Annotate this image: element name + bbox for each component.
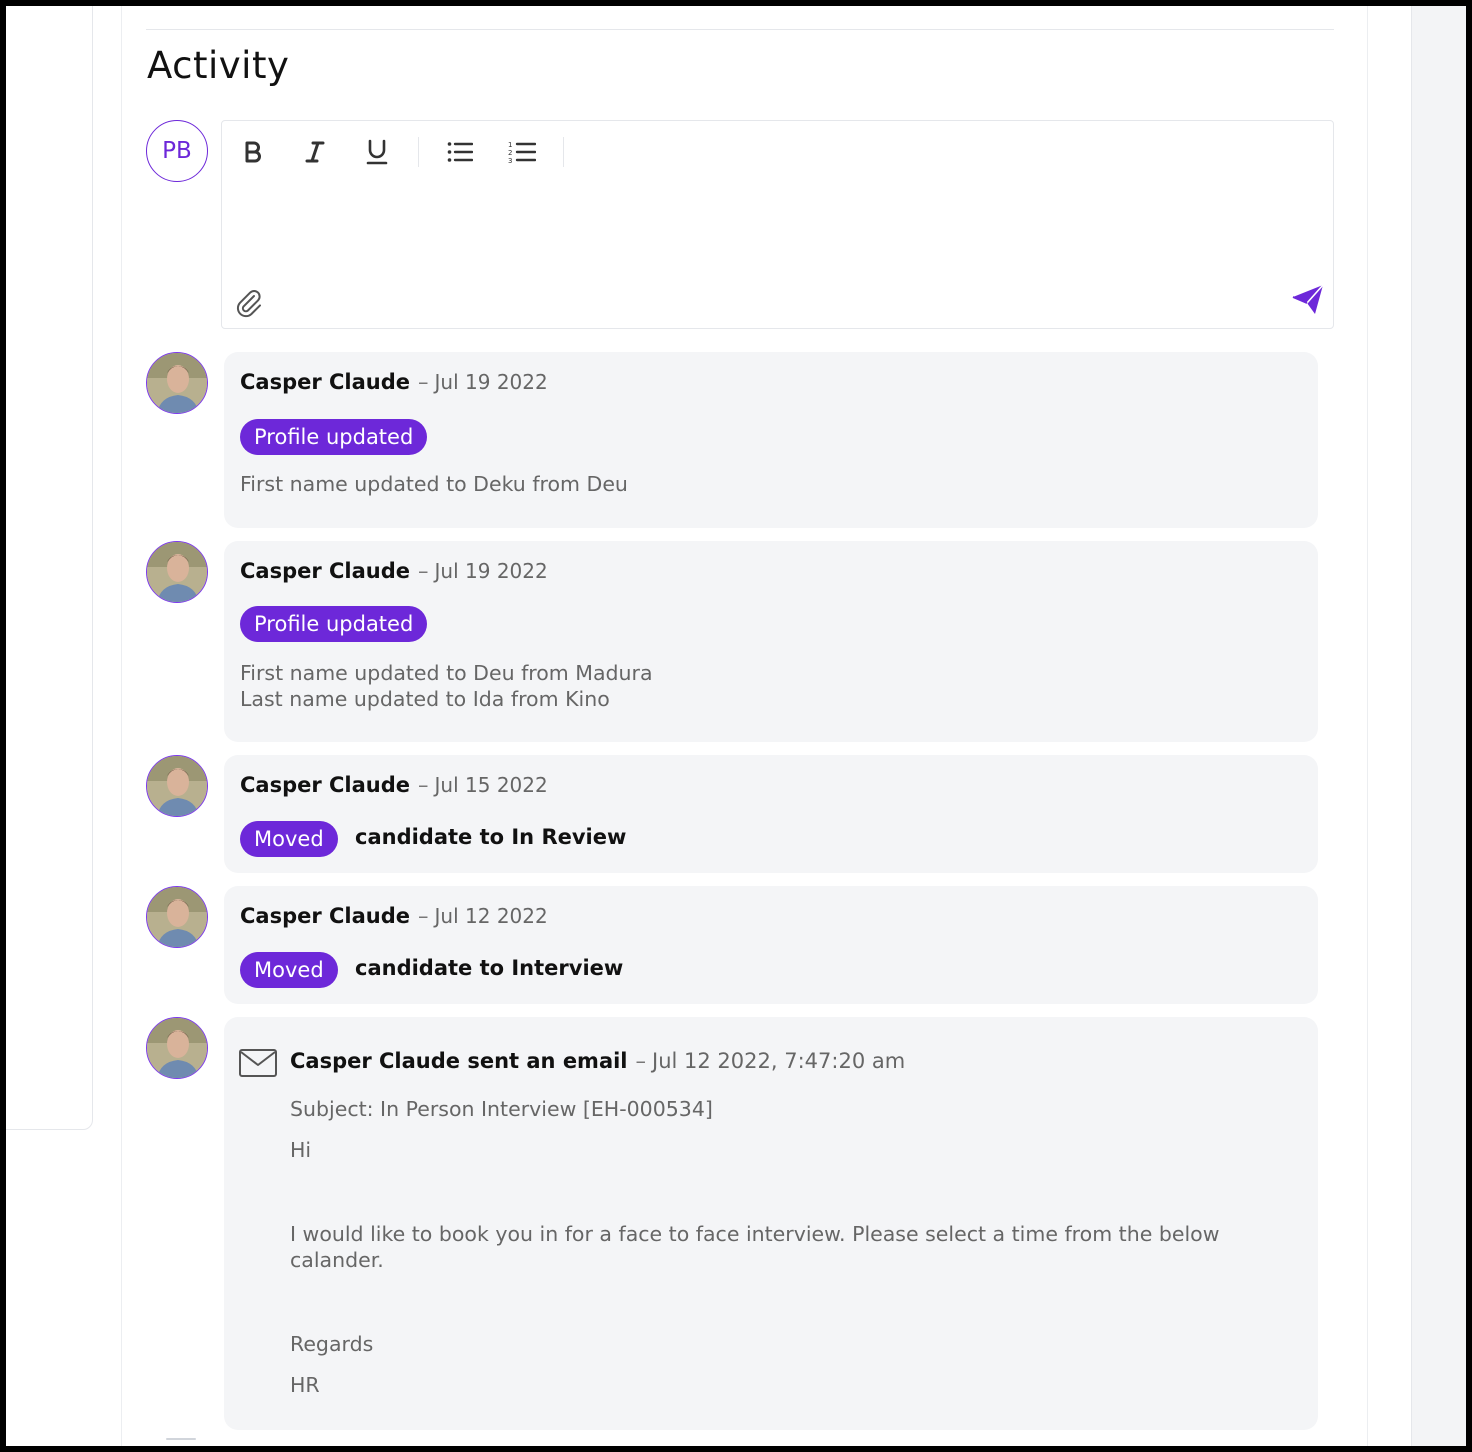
activity-date: Jul 19 2022 — [434, 559, 548, 583]
numbered-list-button[interactable]: 123 — [501, 133, 543, 171]
activity-date: Jul 19 2022 — [434, 370, 548, 394]
author-avatar — [146, 352, 208, 414]
bold-icon — [245, 141, 261, 163]
change-line: Last name updated to Ida from Kino — [240, 687, 610, 711]
svg-text:1: 1 — [508, 141, 512, 149]
activity-date: Jul 15 2022 — [434, 773, 548, 797]
email-body-line: HR — [290, 1373, 320, 1397]
activity-header: Casper Claude – Jul 15 2022 — [240, 773, 548, 797]
change-line: First name updated to Deu from Madura — [240, 661, 653, 685]
author-name: Casper Claude — [240, 559, 411, 583]
italic-button[interactable] — [294, 133, 336, 171]
author-avatar — [146, 886, 208, 948]
moved-badge: Moved — [240, 952, 338, 988]
editor-toolbar: 123 — [232, 133, 584, 171]
comment-input[interactable] — [236, 183, 1316, 283]
author-avatar — [146, 541, 208, 603]
current-user-avatar: PB — [146, 120, 208, 182]
right-sidebar-strip — [1411, 6, 1466, 1446]
toolbar-separator — [563, 137, 564, 167]
move-description: candidate to Interview — [355, 956, 624, 980]
author-name: Casper Claude — [240, 904, 411, 928]
paperclip-icon[interactable] — [232, 287, 264, 319]
svg-text:3: 3 — [508, 157, 512, 164]
activity-header: Casper Claude – Jul 19 2022 — [240, 559, 548, 583]
email-body-line: I would like to book you in for a face t… — [290, 1222, 1220, 1272]
profile-updated-badge: Profile updated — [240, 606, 428, 642]
activity-header: Casper Claude – Jul 12 2022 — [240, 904, 548, 928]
activity-card: Casper Claude – Jul 19 2022 Profile update… — [224, 352, 1318, 528]
numbered-list-icon: 123 — [508, 141, 536, 164]
change-line: First name updated to Deku from Deu — [240, 472, 628, 496]
activity-card: Casper Claude – Jul 12 2022 Moved candidat… — [224, 886, 1318, 1004]
email-sender: Casper Claude sent an email — [290, 1049, 628, 1073]
email-date: Jul 12 2022, 7:47:20 am — [652, 1049, 906, 1073]
email-header: Casper Claude sent an email – Jul 12 2022,… — [290, 1049, 906, 1073]
send-icon[interactable] — [1290, 281, 1326, 317]
bullet-list-button[interactable] — [439, 133, 481, 171]
bullet-list-icon — [447, 142, 473, 162]
email-body-line: Regards — [290, 1332, 374, 1356]
author-avatar — [146, 1017, 208, 1079]
activity-card: Casper Claude – Jul 19 2022 Profile update… — [224, 541, 1318, 742]
underline-icon — [366, 139, 388, 165]
activity-date: Jul 12 2022 — [434, 904, 548, 928]
activity-header: Casper Claude – Jul 19 2022 — [240, 370, 548, 394]
screen: Activity PB 123 Casper Claude – Jul 19 2… — [6, 6, 1466, 1446]
mail-icon — [239, 1049, 277, 1077]
svg-text:2: 2 — [508, 149, 512, 157]
author-name: Casper Claude — [240, 773, 411, 797]
left-panel — [6, 6, 93, 1130]
profile-updated-badge: Profile updated — [240, 419, 428, 455]
activity-title: Activity — [147, 44, 290, 87]
bold-button[interactable] — [232, 133, 274, 171]
scroll-hint — [166, 1438, 196, 1440]
section-divider — [146, 29, 1334, 30]
email-subject: Subject: In Person Interview [EH-000534] — [290, 1097, 713, 1121]
underline-button[interactable] — [356, 133, 398, 171]
author-avatar — [146, 755, 208, 817]
author-name: Casper Claude — [240, 370, 411, 394]
email-activity-card: Casper Claude sent an email – Jul 12 2022,… — [224, 1017, 1318, 1430]
comment-editor[interactable]: 123 — [221, 120, 1334, 329]
activity-card: Casper Claude – Jul 15 2022 Moved candidat… — [224, 755, 1318, 873]
toolbar-separator — [418, 137, 419, 167]
email-body-line: Hi — [290, 1138, 312, 1162]
italic-icon — [305, 141, 325, 163]
moved-badge: Moved — [240, 821, 338, 857]
move-description: candidate to In Review — [355, 825, 627, 849]
